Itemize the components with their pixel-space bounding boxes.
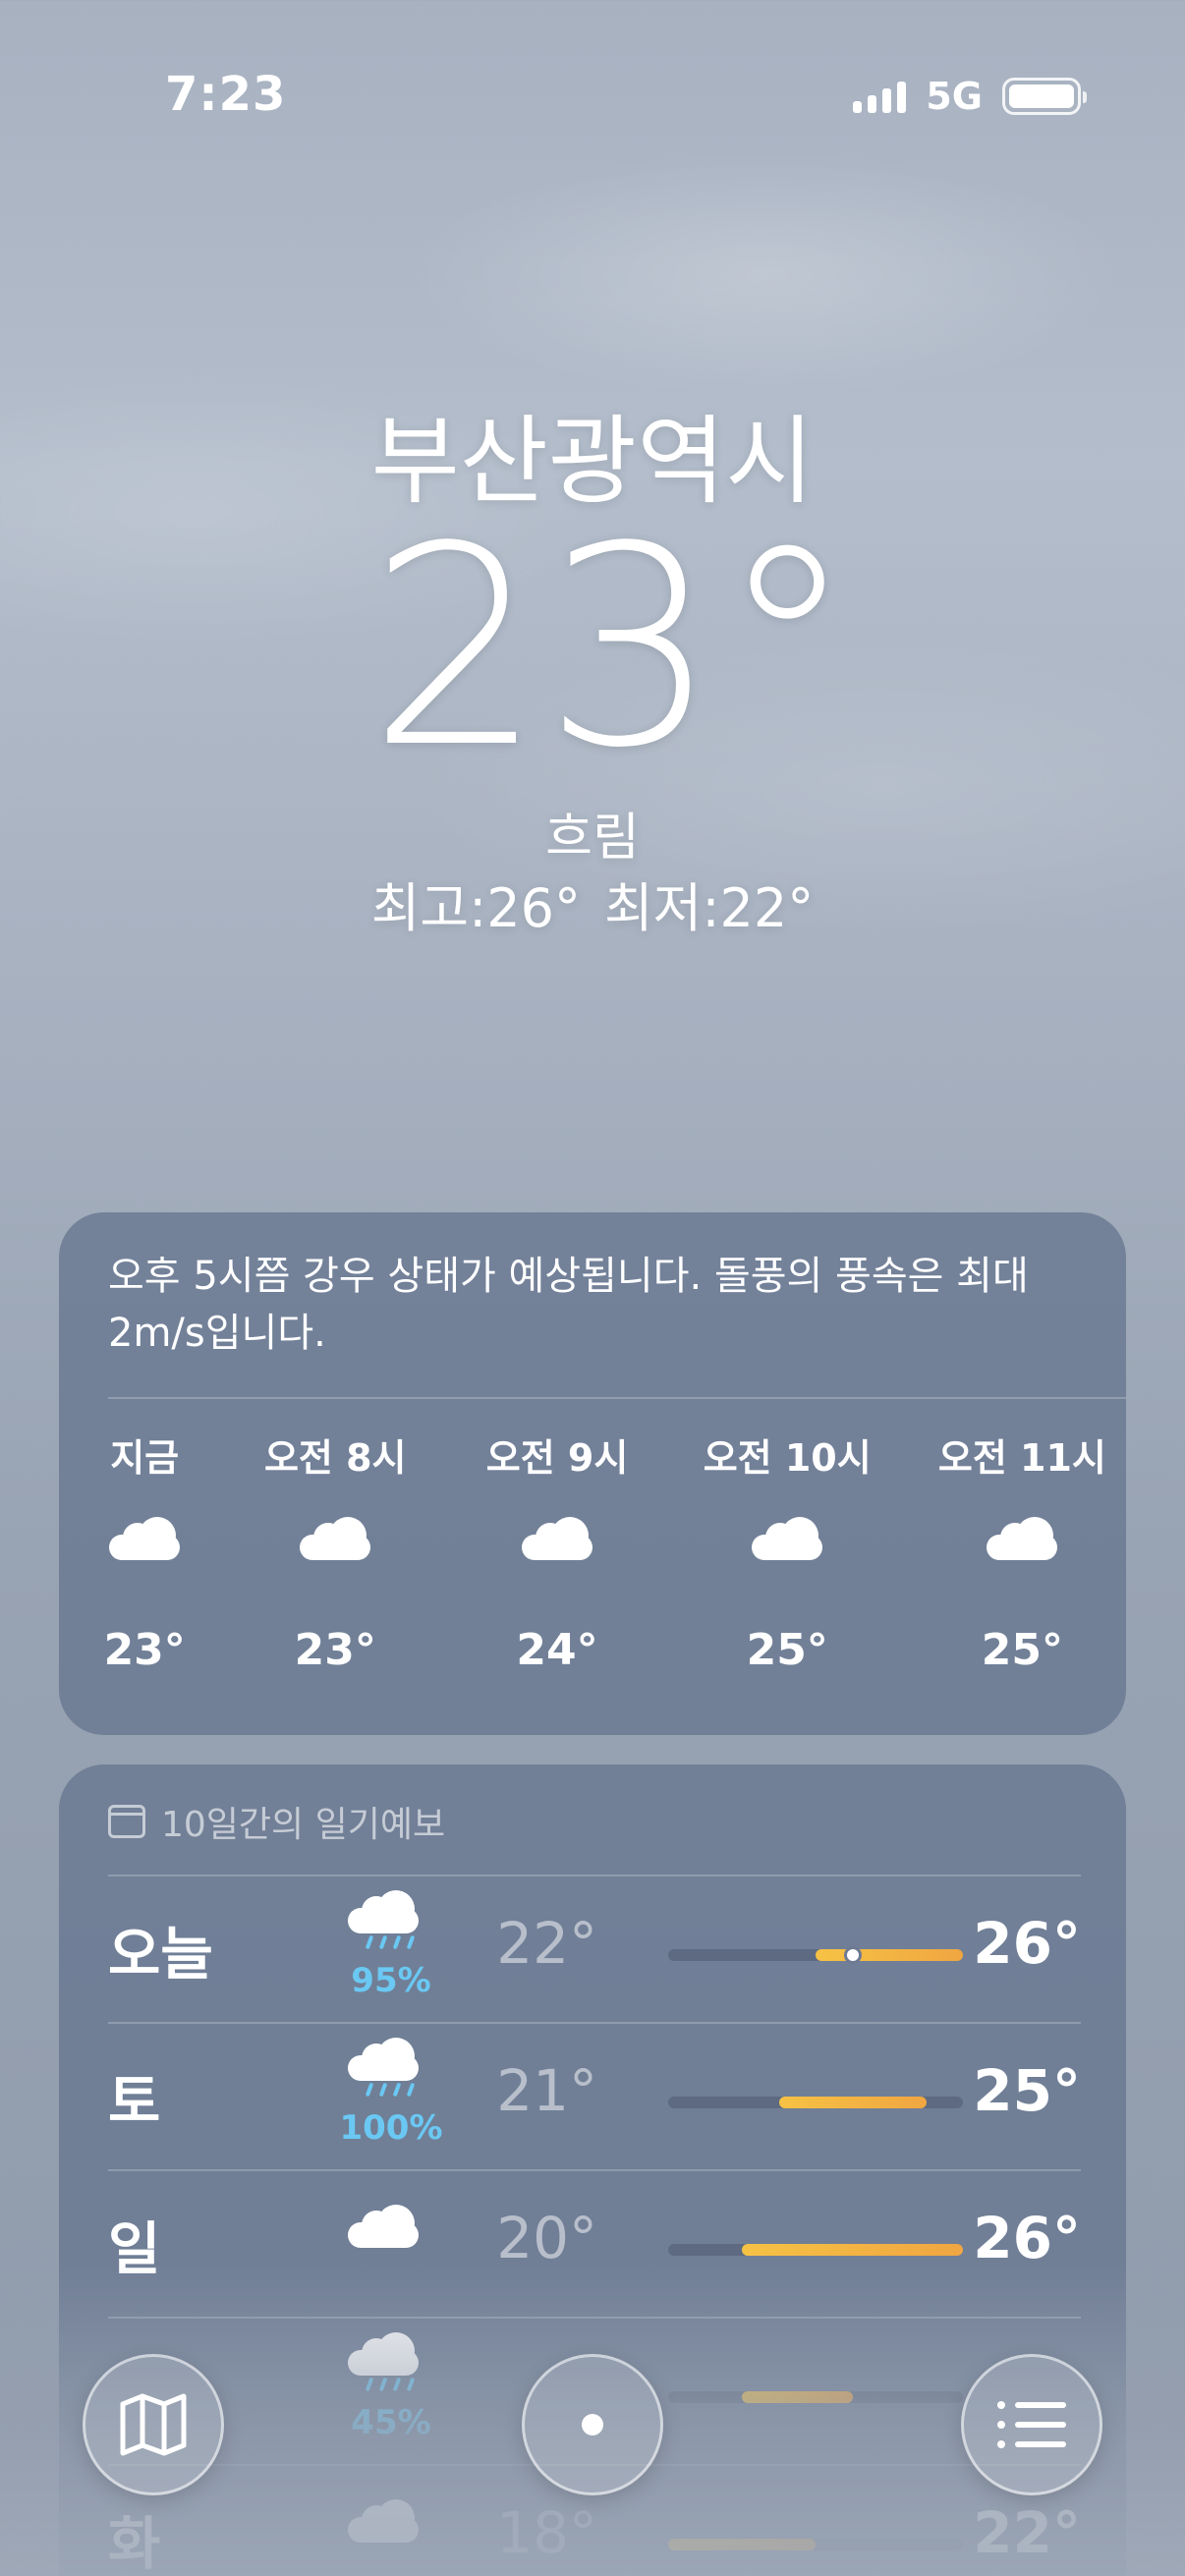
cloud-icon	[522, 1517, 593, 1560]
divider	[108, 1875, 1081, 1876]
divider	[108, 2169, 1081, 2171]
hour-label: 오전 8시	[263, 1436, 407, 1480]
divider	[108, 2317, 1081, 2319]
cloud-icon	[348, 2499, 419, 2543]
temp-range-fill	[742, 2391, 853, 2403]
status-time: 7:23	[165, 67, 287, 122]
temp-range-fill	[742, 2244, 963, 2256]
map-icon	[120, 2393, 187, 2456]
day-high: 22°	[973, 2499, 1081, 2566]
precip-chance: 45%	[351, 2403, 431, 2442]
divider	[108, 1397, 1126, 1399]
cloud-icon	[348, 2205, 419, 2248]
status-bar: 7:23 5G	[0, 0, 1185, 187]
current-temperature: 23°	[367, 488, 857, 809]
temp-range-bar	[668, 2244, 963, 2256]
cloud-rain-icon	[348, 1890, 419, 1950]
daily-row[interactable]: 오늘 95% 22° 26°	[108, 1875, 1081, 2022]
temp-range-bar	[668, 1946, 963, 1964]
cloud-rain-icon	[348, 2332, 419, 2392]
day-low: 20°	[496, 2205, 597, 2271]
hourly-item: 오전 10시 25°	[689, 1428, 885, 1675]
cloud-rain-icon	[348, 2038, 419, 2098]
city-list-button[interactable]	[961, 2354, 1102, 2495]
temp-range-bar	[668, 2097, 963, 2108]
day-low: 21°	[496, 2057, 597, 2124]
day-low: 22°	[496, 1910, 597, 1977]
current-temp-dot	[843, 1946, 862, 1964]
hourly-item: 오전 11시 25°	[924, 1428, 1120, 1675]
daily-row[interactable]: 일 20° 26°	[108, 2169, 1081, 2317]
hour-temp: 23°	[294, 1625, 376, 1675]
forecast-summary: 오후 5시쯤 강우 상태가 예상됩니다. 돌풍의 풍속은 최대 2m/s입니다.	[108, 1254, 1029, 1356]
cloud-icon	[300, 1517, 371, 1560]
network-label: 5G	[926, 75, 983, 118]
temp-range-bar	[668, 2391, 963, 2403]
signal-icon	[853, 80, 907, 113]
day-low: 18°	[496, 2499, 597, 2566]
high-temp: 최고:26°	[370, 877, 581, 939]
status-icons: 5G	[853, 75, 1087, 118]
hour-temp: 24°	[516, 1625, 598, 1675]
temp-range-fill	[778, 2097, 927, 2108]
hour-temp: 25°	[981, 1625, 1063, 1675]
high-low: 최고:26° 최저:22°	[0, 865, 1185, 942]
hour-label: 오전 10시	[703, 1436, 872, 1480]
precip-chance: 100%	[339, 2108, 443, 2148]
weather-condition: 흐림	[545, 809, 640, 868]
temp-range-fill	[816, 1949, 963, 1961]
hourly-item: 오전 8시 23°	[237, 1428, 433, 1675]
hourly-item: 지금 23°	[46, 1428, 243, 1675]
location-button[interactable]	[522, 2354, 663, 2495]
hour-label: 오전 9시	[485, 1436, 629, 1480]
cloud-icon	[987, 1517, 1058, 1560]
hourly-item: 오전 9시 24°	[459, 1428, 655, 1675]
hour-temp: 23°	[103, 1625, 186, 1675]
weather-header: 부산광역시 23° 흐림 최고:26° 최저:22°	[0, 383, 1185, 939]
low-temp: 최저:22°	[604, 877, 815, 939]
hour-label: 오전 11시	[937, 1436, 1106, 1480]
precip-chance: 95%	[351, 1961, 431, 2000]
day-high: 25°	[973, 2057, 1081, 2124]
day-name: 오늘	[108, 1921, 213, 1988]
cloud-icon	[752, 1517, 823, 1560]
location-icon	[582, 2414, 603, 2436]
temp-range-bar	[668, 2539, 963, 2550]
cloud-icon	[109, 1517, 181, 1560]
daily-header: 10일간의 일기예보	[108, 1796, 445, 1847]
hourly-forecast-card[interactable]: 오후 5시쯤 강우 상태가 예상됩니다. 돌풍의 풍속은 최대 2m/s입니다.…	[59, 1212, 1126, 1735]
calendar-icon	[108, 1805, 145, 1838]
day-high: 26°	[973, 1910, 1081, 1977]
day-high: 26°	[973, 2205, 1081, 2271]
battery-icon	[1002, 78, 1087, 115]
hour-label: 지금	[110, 1436, 180, 1480]
list-icon	[997, 2400, 1066, 2449]
map-button[interactable]	[83, 2354, 224, 2495]
daily-row[interactable]: 토 100% 21° 25°	[108, 2022, 1081, 2169]
day-name: 일	[108, 2215, 161, 2282]
day-name: 토	[108, 2068, 161, 2135]
divider	[108, 2022, 1081, 2024]
day-name: 화	[108, 2510, 161, 2576]
daily-title: 10일간의 일기예보	[161, 1805, 446, 1845]
hour-temp: 25°	[746, 1625, 828, 1675]
temp-range-fill	[668, 2539, 816, 2550]
